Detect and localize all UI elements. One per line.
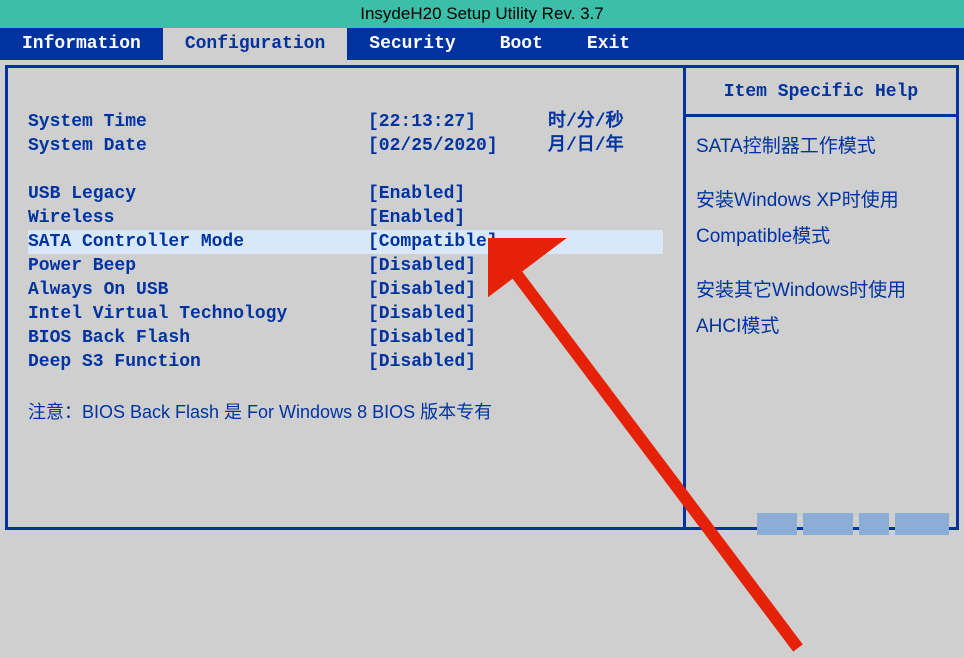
settings-note: 注意：BIOS Back Flash 是 For Windows 8 BIOS … (28, 398, 663, 424)
setting-bios-back-flash[interactable]: BIOS Back Flash [Disabled] (28, 326, 663, 350)
tab-bar: Information Configuration Security Boot … (0, 28, 964, 60)
setting-deep-s3[interactable]: Deep S3 Function [Disabled] (28, 350, 663, 374)
setting-sata-mode[interactable]: SATA Controller Mode [Compatible] (28, 230, 663, 254)
content: System Time [22:13:27] 时/分/秒 System Date… (5, 65, 959, 530)
setting-value[interactable]: [Disabled] (368, 278, 548, 302)
setting-system-time[interactable]: System Time [22:13:27] 时/分/秒 (28, 110, 663, 134)
setting-value[interactable]: [Disabled] (368, 302, 548, 326)
setting-value[interactable]: [22:13:27] (368, 110, 548, 134)
tab-information[interactable]: Information (0, 28, 163, 60)
setting-label: System Time (28, 110, 368, 134)
setting-extra: 时/分/秒 (548, 110, 663, 134)
setting-value[interactable]: [Enabled] (368, 182, 548, 206)
help-title: Item Specific Help (686, 68, 956, 117)
setting-label: Deep S3 Function (28, 350, 368, 374)
setting-label: SATA Controller Mode (28, 230, 368, 254)
setting-label: Intel Virtual Technology (28, 302, 368, 326)
help-line: SATA控制器工作模式 (696, 129, 946, 165)
setting-label: System Date (28, 134, 368, 158)
help-line: 安装Windows XP时使用Compatible模式 (696, 183, 946, 255)
tab-boot[interactable]: Boot (478, 28, 565, 60)
tab-exit[interactable]: Exit (565, 28, 652, 60)
setting-wireless[interactable]: Wireless [Enabled] (28, 206, 663, 230)
help-line: 安装其它Windows时使用AHCI模式 (696, 273, 946, 345)
setting-label: Wireless (28, 206, 368, 230)
setting-extra: 月/日/年 (548, 134, 663, 158)
setting-label: USB Legacy (28, 182, 368, 206)
help-body: SATA控制器工作模式 安装Windows XP时使用Compatible模式 … (686, 117, 956, 357)
setting-value[interactable]: [02/25/2020] (368, 134, 548, 158)
setting-label: BIOS Back Flash (28, 326, 368, 350)
setting-value[interactable]: [Enabled] (368, 206, 548, 230)
setting-value[interactable]: [Disabled] (368, 350, 548, 374)
tab-security[interactable]: Security (347, 28, 477, 60)
setting-value[interactable]: [Compatible] (368, 230, 548, 254)
settings-panel: System Time [22:13:27] 时/分/秒 System Date… (8, 68, 686, 527)
setting-usb-legacy[interactable]: USB Legacy [Enabled] (28, 182, 663, 206)
setting-label: Power Beep (28, 254, 368, 278)
setting-intel-vt[interactable]: Intel Virtual Technology [Disabled] (28, 302, 663, 326)
setting-system-date[interactable]: System Date [02/25/2020] 月/日/年 (28, 134, 663, 158)
setting-label: Always On USB (28, 278, 368, 302)
setting-value[interactable]: [Disabled] (368, 254, 548, 278)
setting-power-beep[interactable]: Power Beep [Disabled] (28, 254, 663, 278)
setting-value[interactable]: [Disabled] (368, 326, 548, 350)
redacted-area (757, 513, 949, 535)
setting-always-on-usb[interactable]: Always On USB [Disabled] (28, 278, 663, 302)
help-panel: Item Specific Help SATA控制器工作模式 安装Windows… (686, 68, 956, 527)
tab-configuration[interactable]: Configuration (163, 28, 347, 60)
title-bar: InsydeH20 Setup Utility Rev. 3.7 (0, 0, 964, 28)
